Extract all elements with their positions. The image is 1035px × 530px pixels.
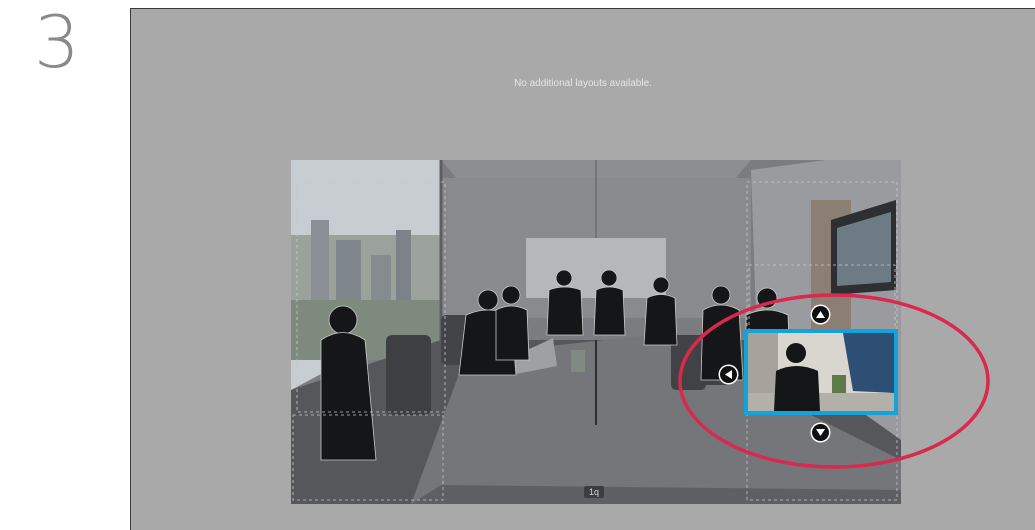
- device-screen: No additional layouts available. 1q: [130, 8, 1035, 530]
- self-view-pip[interactable]: [744, 329, 898, 415]
- move-down-button[interactable]: [812, 424, 829, 441]
- triangle-down-icon: [816, 429, 825, 436]
- self-view-image: [748, 333, 894, 411]
- triangle-up-icon: [816, 311, 825, 318]
- move-up-button[interactable]: [812, 306, 829, 323]
- move-left-button[interactable]: [720, 366, 737, 383]
- layout-message: No additional layouts available.: [514, 78, 652, 89]
- triangle-left-icon: [725, 370, 732, 379]
- step-number: 3: [34, 0, 80, 84]
- participant-label: 1q: [584, 486, 605, 498]
